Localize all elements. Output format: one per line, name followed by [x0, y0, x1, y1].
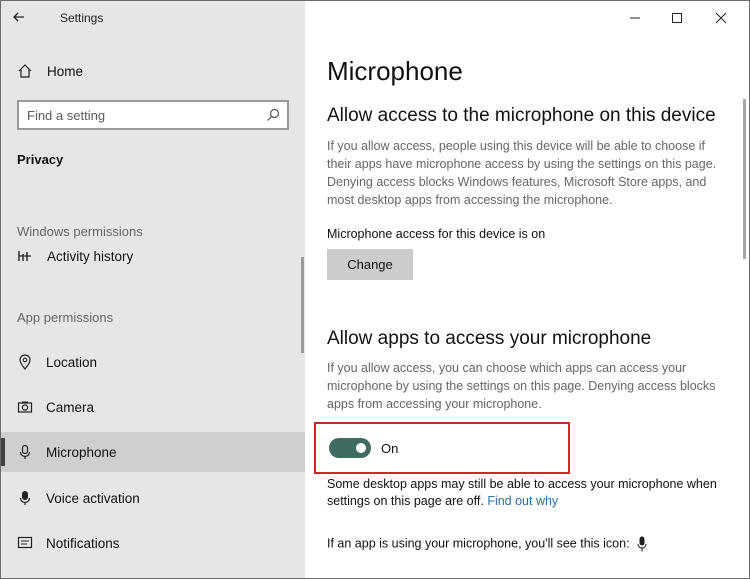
minimize-button[interactable]	[621, 7, 649, 29]
sidebar-item-voice-activation[interactable]: Voice activation	[1, 478, 305, 518]
title-bar: Settings	[1, 1, 305, 33]
device-access-heading: Allow access to the microphone on this d…	[327, 105, 716, 126]
page-title: Microphone	[327, 56, 463, 86]
sidebar-item-label: Home	[47, 63, 84, 79]
activity-history-icon	[16, 247, 34, 265]
sidebar-item-home[interactable]: Home	[1, 51, 305, 91]
maximize-icon	[672, 13, 682, 23]
toggle-knob	[356, 443, 366, 453]
sidebar-item-camera[interactable]: Camera	[1, 387, 305, 427]
content-scrollbar[interactable]	[743, 99, 746, 259]
maximize-button[interactable]	[663, 7, 691, 29]
back-button[interactable]	[9, 7, 29, 27]
minimize-icon	[630, 17, 640, 19]
desktop-apps-note: Some desktop apps may still be able to a…	[327, 476, 731, 510]
sidebar-item-label: Voice activation	[46, 490, 140, 506]
sidebar: Settings Home Privacy Windows permission…	[1, 1, 305, 578]
app-title: Settings	[60, 11, 104, 25]
camera-icon	[16, 398, 34, 416]
microphone-icon	[16, 443, 34, 461]
sidebar-item-label: Camera	[46, 399, 95, 415]
icon-note: If an app is using your microphone, you'…	[327, 536, 647, 552]
apps-access-heading: Allow apps to access your microphone	[327, 328, 652, 349]
settings-window: Settings Home Privacy Windows permission…	[0, 0, 750, 579]
close-button[interactable]	[707, 7, 735, 29]
apps-access-description: If you allow access, you can choose whic…	[327, 361, 716, 411]
sidebar-item-label: Location	[46, 354, 98, 370]
sidebar-item-location[interactable]: Location	[1, 342, 305, 382]
apps-access-toggle[interactable]	[329, 438, 371, 458]
location-icon	[16, 353, 34, 371]
back-arrow-icon	[13, 12, 24, 22]
sidebar-item-label: Notifications	[46, 535, 120, 551]
search-input[interactable]	[19, 102, 249, 128]
sidebar-item-microphone[interactable]: Microphone	[1, 432, 305, 472]
sidebar-item-label: Activity history	[47, 248, 134, 264]
microphone-in-use-icon	[637, 536, 647, 552]
sidebar-item-label: Microphone	[46, 444, 117, 460]
app-permissions-heading: App permissions	[17, 310, 114, 325]
toggle-state-label: On	[381, 441, 399, 456]
category-title: Privacy	[17, 152, 64, 167]
content-pane: Microphone Allow access to the microphon…	[305, 1, 749, 578]
change-button[interactable]: Change	[327, 249, 413, 280]
close-icon	[715, 12, 727, 24]
icon-note-text: If an app is using your microphone, you'…	[327, 536, 630, 551]
device-access-status: Microphone access for this device is on	[327, 227, 546, 241]
search-box[interactable]	[17, 100, 289, 130]
device-access-description: If you allow access, people using this d…	[327, 139, 717, 207]
find-out-why-link[interactable]: Find out why	[487, 494, 558, 508]
search-icon	[267, 108, 280, 121]
sidebar-scrollbar[interactable]	[301, 257, 304, 353]
sidebar-item-notifications[interactable]: Notifications	[1, 523, 305, 563]
home-icon	[16, 62, 34, 80]
voice-activation-icon	[16, 489, 34, 507]
notifications-icon	[16, 534, 34, 552]
sidebar-item-activity-history[interactable]: Activity history	[1, 236, 305, 276]
